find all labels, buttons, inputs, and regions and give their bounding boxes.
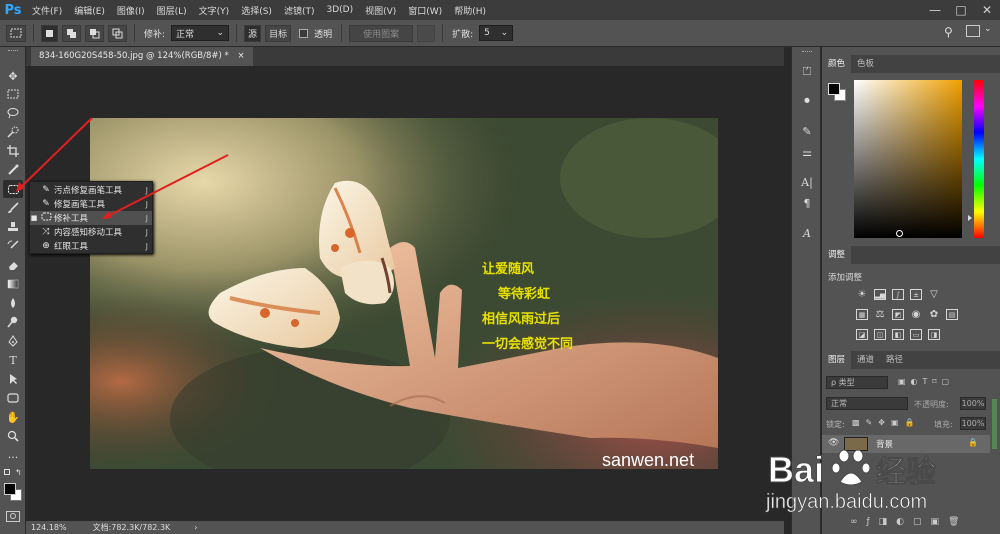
black-white-icon[interactable]: ◩ (892, 309, 904, 320)
hue-slider[interactable] (974, 80, 984, 238)
hue-slider-handle[interactable] (968, 215, 972, 221)
layers-panel-tabs: 图层 通道 路径 (822, 351, 1000, 369)
exposure-icon[interactable]: ± (910, 289, 922, 300)
glyphs-panel-button[interactable]: A (798, 224, 816, 242)
vibrance-icon[interactable]: ▽ (928, 289, 940, 300)
adjustment-row-1: ☀ ▂▅ ∫ ± ▽ (856, 289, 940, 300)
brightness-icon[interactable]: ☀ (856, 289, 868, 300)
hue-saturation-icon[interactable]: ▦ (856, 309, 868, 320)
adjustment-row-2: ▦ ⚖ ◩ ◉ ✿ ▤ (856, 309, 958, 320)
actions-panel-button[interactable]: ⏺ (798, 92, 816, 110)
color-picker-cursor[interactable] (896, 230, 903, 237)
color-picker-field[interactable] (854, 80, 962, 238)
actions-icon: ⏺ (804, 94, 810, 107)
baidu-brand: Bai (768, 449, 824, 490)
fill-label: 填充: (934, 420, 953, 429)
posterize-icon[interactable]: ◫ (874, 329, 886, 340)
panel-foreground-swatch[interactable] (828, 83, 840, 95)
selective-color-icon[interactable]: ◨ (928, 329, 940, 340)
tab-channels[interactable]: 通道 (851, 351, 880, 369)
blend-mode-select[interactable]: 正常 (826, 397, 908, 410)
annotation-arrowhead-2 (102, 211, 112, 219)
jingyan-brand: 经验 (876, 455, 936, 490)
glyph-icon: A (803, 226, 811, 240)
blend-mode-value: 正常 (831, 399, 847, 408)
tab-layers[interactable]: 图层 (822, 351, 852, 369)
add-adjustment-label: 添加调整 (828, 273, 863, 283)
sliders-icon: ⚌ (802, 145, 812, 159)
brush-settings-button[interactable]: ⚌ (798, 143, 816, 161)
foreground-color-swatch[interactable] (4, 483, 16, 495)
tab-color[interactable]: 颜色 (822, 55, 852, 73)
lock-label: 锁定: (826, 420, 845, 429)
invert-icon[interactable]: ◪ (856, 329, 868, 340)
adjustment-row-3: ◪ ◫ ◧ ▭ ◨ (856, 329, 940, 340)
color-balance-icon[interactable]: ⚖ (874, 309, 886, 320)
tab-adjustments[interactable]: 调整 (822, 246, 852, 264)
levels-icon[interactable]: ▂▅ (874, 289, 886, 300)
tab-paths[interactable]: 路径 (880, 351, 909, 369)
layer-filter-select[interactable]: ρ 类型 (826, 376, 888, 389)
baidu-logo: Bai 经验 jingyan.baidu.com (765, 449, 937, 514)
threshold-icon[interactable]: ◧ (892, 329, 904, 340)
color-lookup-icon[interactable]: ▤ (946, 309, 958, 320)
opacity-label: 不透明度: (914, 400, 949, 409)
history-icon: ⏍ (802, 65, 812, 78)
history-panel-button[interactable]: ⏍ (798, 63, 816, 81)
baidu-url: jingyan.baidu.com (765, 491, 927, 513)
opacity-input[interactable]: 100% (960, 397, 986, 410)
gradient-map-icon[interactable]: ▭ (910, 329, 922, 340)
layer-filter-value: ρ 类型 (831, 378, 855, 387)
paragraph-icon: ¶ (803, 196, 811, 210)
paw-icon (831, 449, 871, 486)
character-panel-button[interactable]: A| (798, 173, 816, 191)
channel-mixer-icon[interactable]: ✿ (928, 309, 940, 320)
dock-grip (802, 51, 812, 52)
baidu-jingyan-watermark: Bai 经验 jingyan.baidu.com (764, 440, 1000, 530)
paragraph-panel-button[interactable]: ¶ (798, 194, 816, 212)
color-panel-tabs: 颜色 色板 (822, 55, 1000, 73)
lock-icons[interactable]: ▩✎✥▣🔒 (852, 418, 920, 427)
character-icon: A| (801, 175, 813, 189)
brushes-panel-button[interactable]: ✎ (798, 122, 816, 140)
brush-icon: ✎ (802, 124, 812, 138)
annotation-arrow-2 (107, 154, 229, 217)
fill-input[interactable]: 100% (960, 417, 986, 430)
layer-filter-icons[interactable]: ▣◐T⌑▢ (898, 377, 954, 386)
curves-icon[interactable]: ∫ (892, 289, 904, 300)
annotation-arrow-1 (19, 117, 93, 189)
adjustments-panel-tabs: 调整 (822, 246, 1000, 264)
photo-filter-icon[interactable]: ◉ (910, 309, 922, 320)
tab-swatches[interactable]: 色板 (851, 55, 880, 73)
